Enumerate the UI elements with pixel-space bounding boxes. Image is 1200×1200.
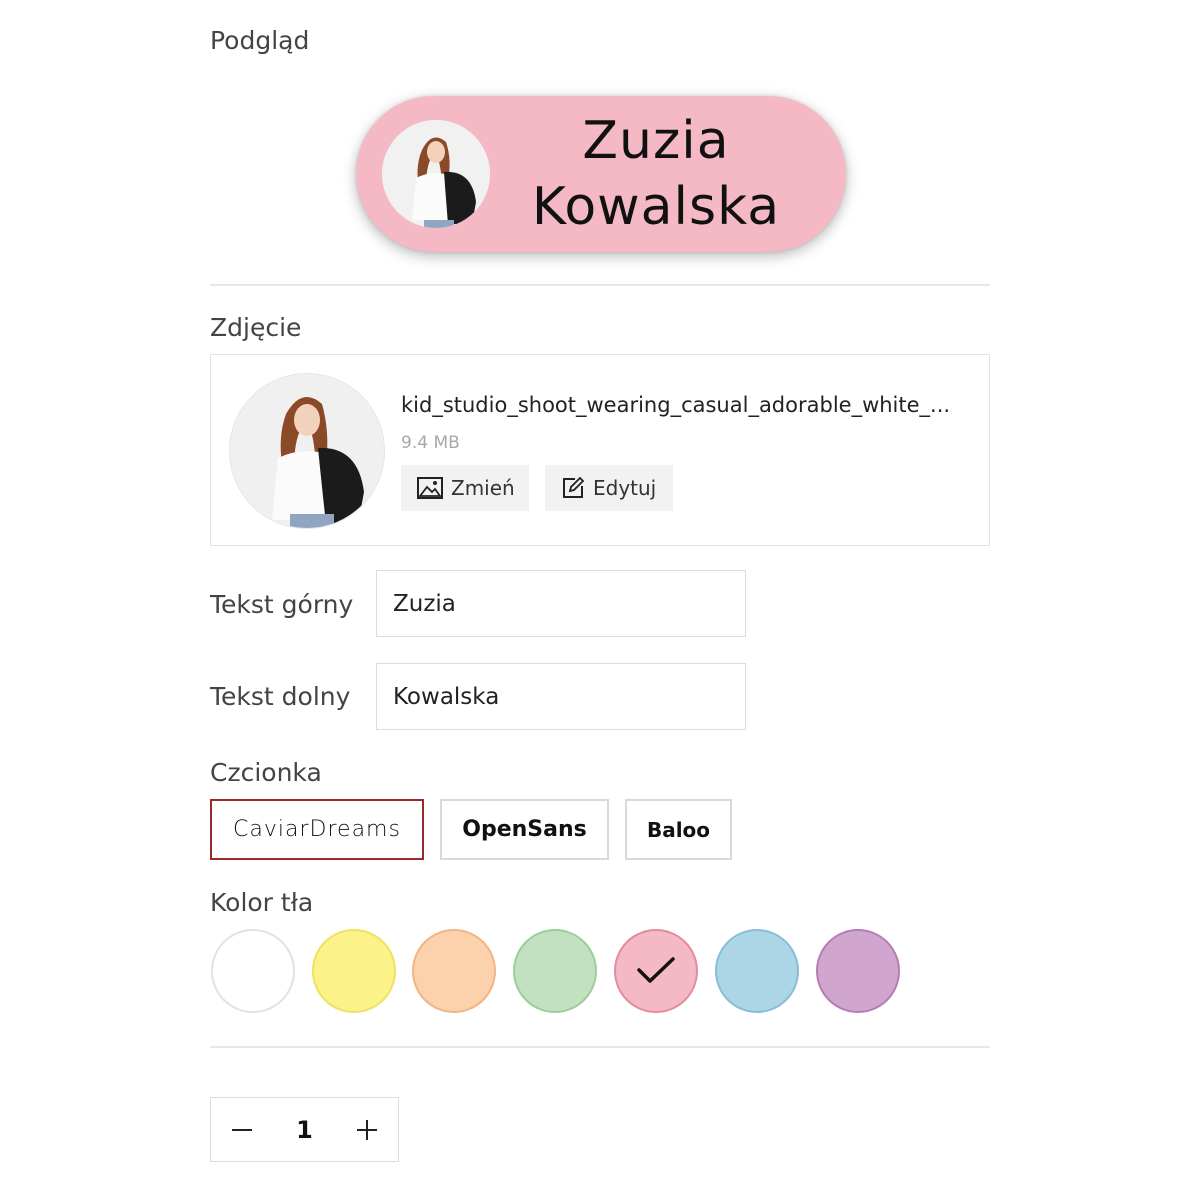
edit-photo-label: Edytuj [593, 476, 657, 500]
image-icon [417, 477, 443, 499]
file-name: kid_studio_shoot_wearing_casual_adorable… [401, 393, 951, 417]
preview-pill: Zuzia Kowalska [356, 96, 846, 252]
font-label: Czcionka [210, 758, 322, 787]
swatch-pink[interactable] [614, 929, 698, 1013]
minus-icon [230, 1118, 254, 1142]
swatch-purple[interactable] [816, 929, 900, 1013]
divider [210, 1046, 990, 1048]
checkmark-icon [636, 956, 676, 986]
increase-button[interactable] [336, 1098, 398, 1161]
preview-bottom-text: Kowalska [531, 177, 781, 237]
preview-top-text: Zuzia [582, 111, 730, 171]
font-option-caviardreams[interactable]: CaviarDreams [210, 799, 424, 860]
top-text-input[interactable] [376, 570, 746, 637]
font-option-opensans[interactable]: OpenSans [440, 799, 609, 860]
background-color-label: Kolor tła [210, 888, 314, 917]
change-photo-button[interactable]: Zmień [401, 465, 529, 511]
bottom-text-label: Tekst dolny [210, 682, 351, 711]
photo-label: Zdjęcie [210, 313, 302, 342]
bottom-text-input[interactable] [376, 663, 746, 730]
decrease-button[interactable] [211, 1098, 273, 1161]
preview-text: Zuzia Kowalska [506, 106, 806, 242]
swatch-blue[interactable] [715, 929, 799, 1013]
preview-label: Podgląd [210, 26, 310, 55]
font-option-baloo[interactable]: Baloo [625, 799, 732, 860]
swatch-yellow[interactable] [312, 929, 396, 1013]
quantity-value[interactable]: 1 [273, 1116, 336, 1144]
top-text-label: Tekst górny [210, 590, 354, 619]
edit-photo-button[interactable]: Edytuj [545, 465, 673, 511]
swatch-green[interactable] [513, 929, 597, 1013]
file-size: 9.4 MB [401, 433, 460, 453]
plus-icon [355, 1118, 379, 1142]
photo-card: kid_studio_shoot_wearing_casual_adorable… [210, 354, 990, 546]
quantity-stepper: 1 [210, 1097, 399, 1162]
swatch-white[interactable] [211, 929, 295, 1013]
divider [210, 284, 990, 286]
swatch-peach[interactable] [412, 929, 496, 1013]
edit-icon [561, 476, 585, 500]
change-photo-label: Zmień [451, 476, 515, 500]
photo-thumbnail [229, 373, 385, 529]
preview-photo [382, 120, 490, 228]
